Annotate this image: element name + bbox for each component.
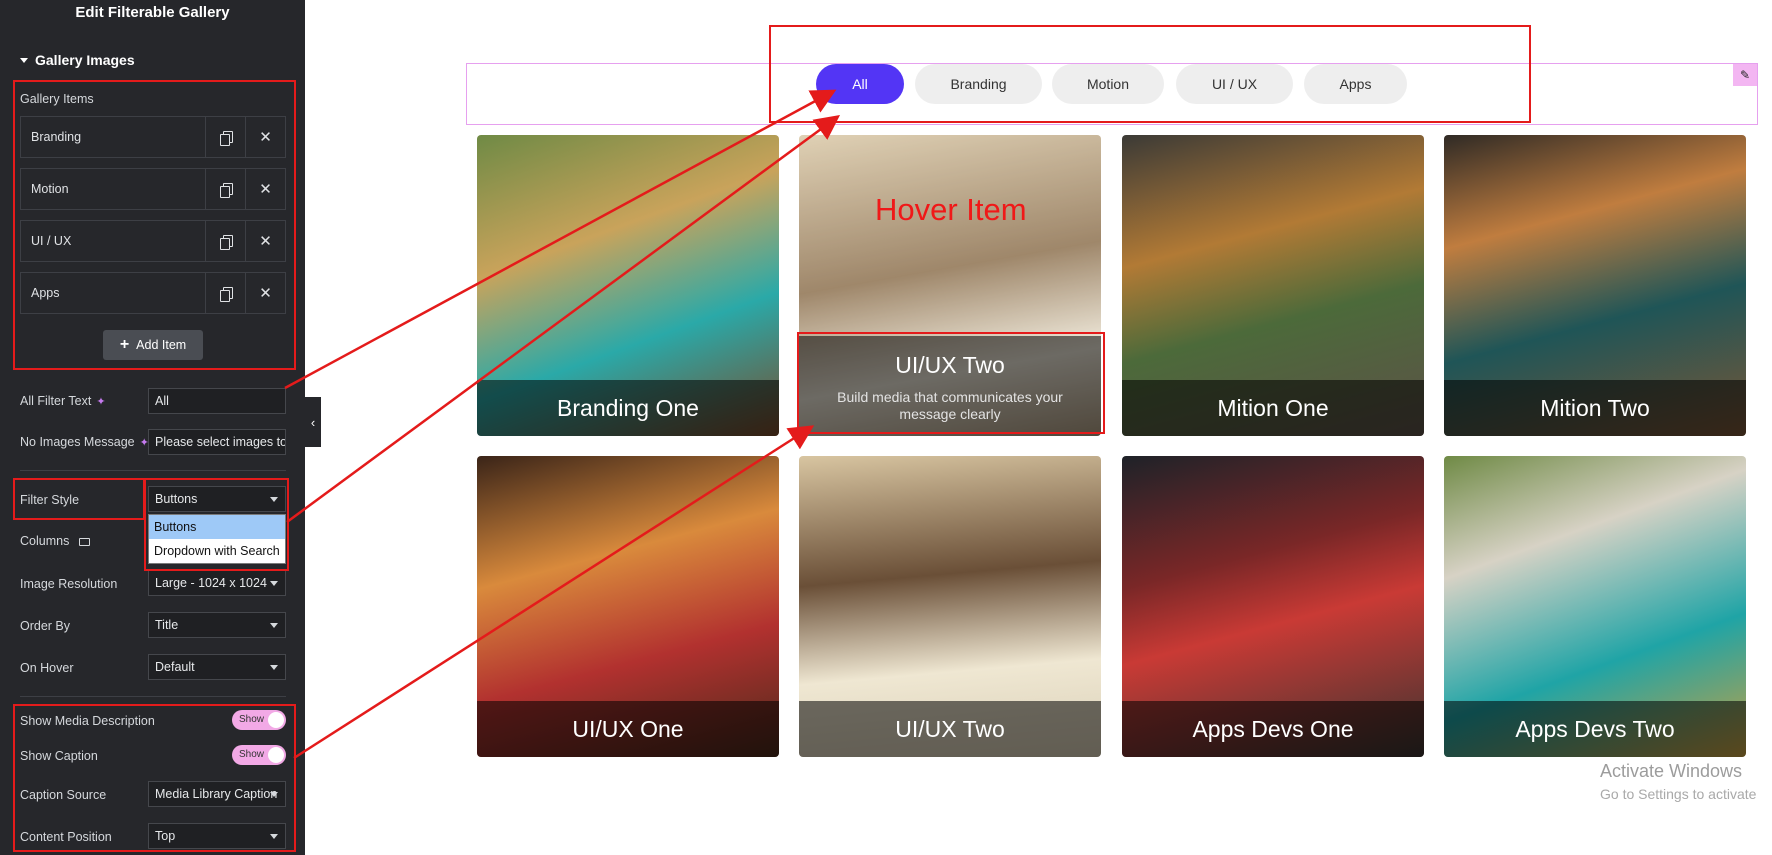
arrow-to-filter-bar — [286, 115, 841, 524]
arrow-to-filter-all — [284, 89, 837, 390]
annotation-arrows — [284, 89, 841, 760]
arrow-to-hover-caption — [293, 425, 815, 760]
activate-windows-title: Activate Windows — [1600, 761, 1743, 781]
activate-windows-subtitle: Go to Settings to activate — [1600, 786, 1757, 802]
